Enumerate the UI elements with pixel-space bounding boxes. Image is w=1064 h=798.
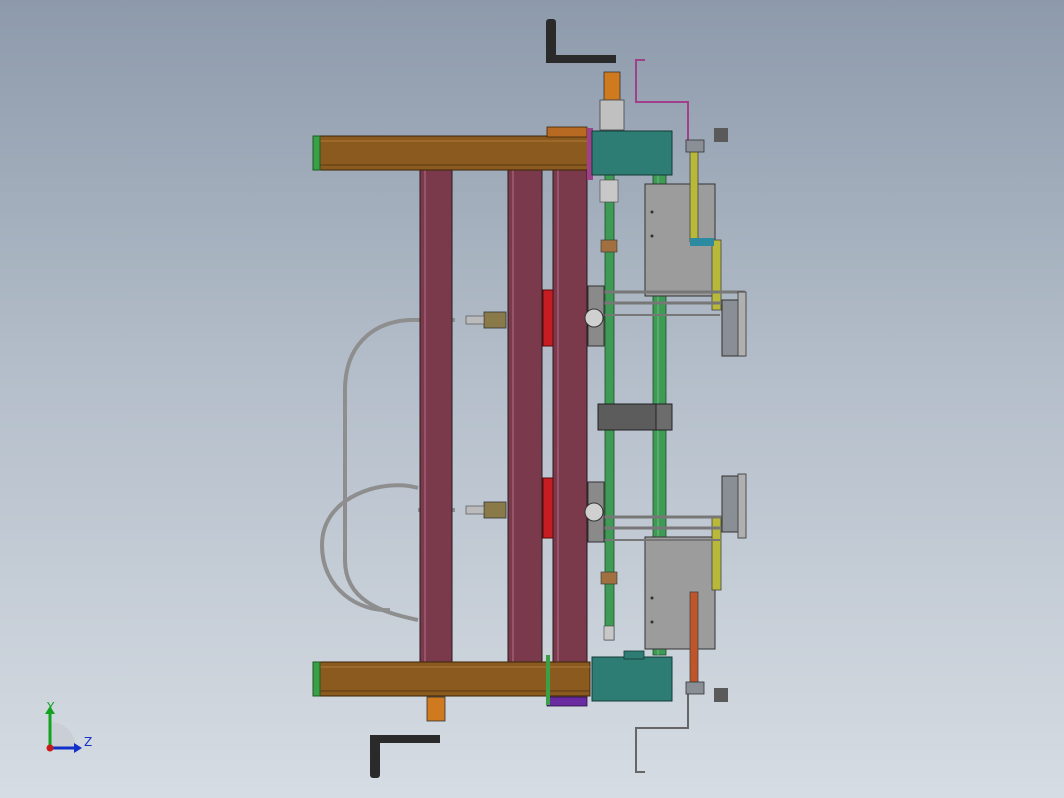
y-axis-label: Y [46,700,55,714]
vertical-posts [419,169,588,663]
z-axis-label: Z [84,735,92,749]
assembly-drawing: Y Z [45,19,747,778]
lower-carriage [598,473,747,683]
center-clamp-block [597,403,673,431]
top-hand-crank [546,19,625,131]
bottom-bracket [635,690,689,773]
cad-viewport[interactable]: Y Z [0,0,1064,798]
top-magenta-bracket [635,59,689,142]
top-beam [312,126,593,180]
bottom-beam [312,655,591,707]
bottom-hand-crank [370,696,446,778]
upper-carriage [598,149,747,357]
coordinate-triad: Y Z [45,700,92,753]
